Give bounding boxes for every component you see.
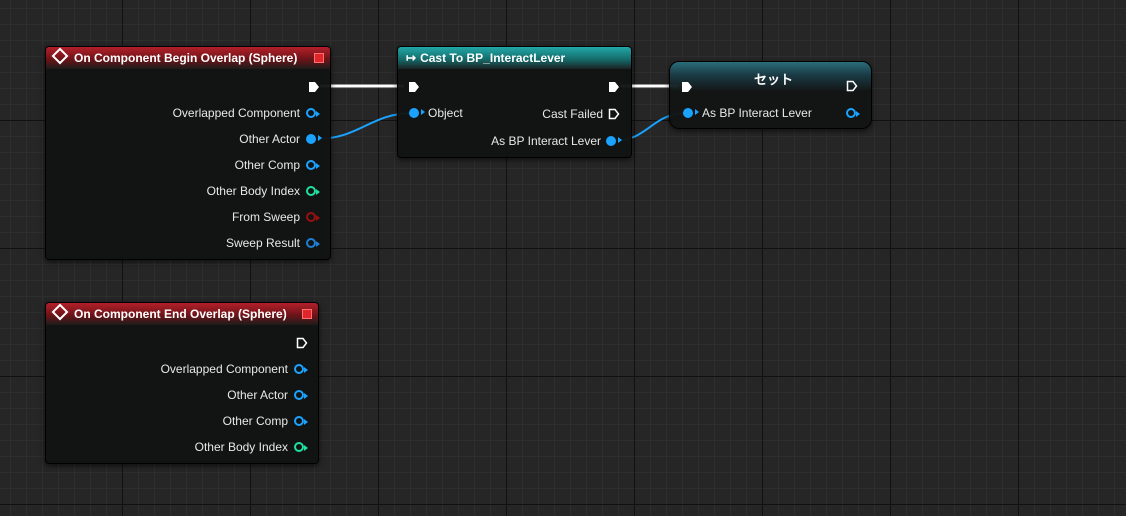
object-input-pin[interactable] — [409, 108, 425, 118]
set-output-pin[interactable] — [846, 108, 860, 118]
exec-in-pin[interactable] — [681, 81, 693, 93]
exec-out-pin[interactable] — [308, 81, 320, 93]
overlapped-component-pin[interactable] — [306, 108, 320, 118]
end-overlap-header[interactable]: On Component End Overlap (Sphere) — [46, 303, 318, 325]
set-input-pin[interactable] — [683, 108, 699, 118]
pin-label-other-body-index: Other Body Index — [206, 184, 300, 198]
pin-label-other-body-index: Other Body Index — [194, 440, 288, 454]
cast-output-label: As BP Interact Lever — [491, 134, 601, 148]
other-body-index-pin[interactable] — [294, 442, 308, 452]
pin-label-overlapped-component: Overlapped Component — [172, 106, 300, 120]
begin-overlap-node[interactable]: On Component Begin Overlap (Sphere) Over… — [45, 46, 331, 260]
other-actor-pin[interactable] — [306, 134, 322, 144]
event-diamond-icon — [51, 303, 69, 321]
end-overlap-title: On Component End Overlap (Sphere) — [74, 307, 287, 321]
sweep-result-pin[interactable] — [306, 238, 320, 248]
object-input-label: Object — [428, 106, 463, 120]
cast-node[interactable]: ↦ Cast To BP_InteractLever Object Cast Fa… — [397, 46, 632, 158]
exec-out-pin[interactable] — [608, 81, 620, 93]
cast-arrow-icon: ↦ — [406, 51, 417, 65]
other-body-index-pin[interactable] — [306, 186, 320, 196]
pin-label-other-actor: Other Actor — [239, 132, 300, 146]
delegate-pin-icon[interactable] — [314, 53, 324, 63]
begin-overlap-header[interactable]: On Component Begin Overlap (Sphere) — [46, 47, 330, 69]
begin-overlap-title: On Component Begin Overlap (Sphere) — [74, 51, 298, 65]
cast-node-header[interactable]: ↦ Cast To BP_InteractLever — [398, 47, 631, 69]
event-diamond-icon — [51, 47, 69, 65]
other-comp-pin[interactable] — [294, 416, 308, 426]
from-sweep-pin[interactable] — [306, 212, 320, 222]
cast-output-pin[interactable] — [606, 136, 622, 146]
set-node-title: セット — [754, 72, 794, 87]
set-node[interactable]: セット As BP Interact Lever — [669, 61, 872, 129]
cast-failed-label: Cast Failed — [542, 107, 603, 121]
pin-label-other-comp: Other Comp — [234, 158, 300, 172]
exec-out-pin[interactable] — [846, 80, 858, 92]
delegate-pin-icon[interactable] — [302, 309, 312, 319]
pin-label-overlapped-component: Overlapped Component — [160, 362, 288, 376]
cast-node-title: Cast To BP_InteractLever — [420, 51, 566, 65]
exec-out-pin[interactable] — [296, 337, 308, 349]
cast-failed-exec-pin[interactable] — [608, 108, 620, 120]
pin-label-other-actor: Other Actor — [227, 388, 288, 402]
exec-in-pin[interactable] — [408, 81, 420, 93]
end-overlap-node[interactable]: On Component End Overlap (Sphere) Overla… — [45, 302, 319, 464]
pin-label-sweep-result: Sweep Result — [225, 236, 300, 250]
other-actor-pin[interactable] — [294, 390, 308, 400]
pin-label-other-comp: Other Comp — [222, 414, 288, 428]
set-input-label: As BP Interact Lever — [702, 106, 812, 120]
overlapped-component-pin[interactable] — [294, 364, 308, 374]
other-comp-pin[interactable] — [306, 160, 320, 170]
pin-label-from-sweep: From Sweep — [231, 210, 300, 224]
